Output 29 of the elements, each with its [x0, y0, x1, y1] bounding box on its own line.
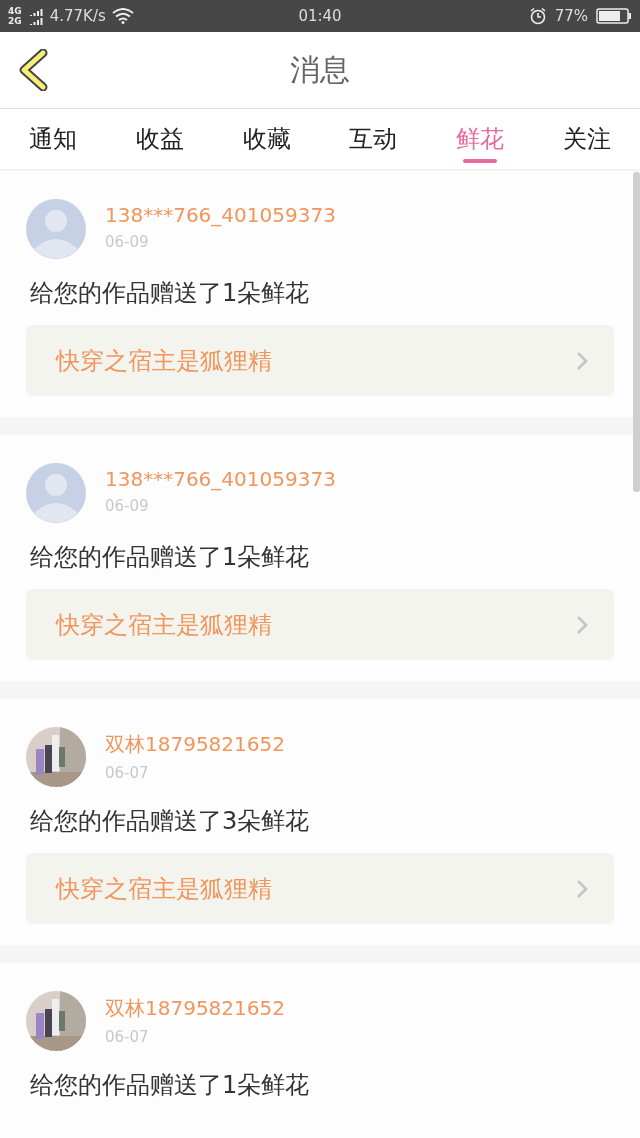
wifi-icon — [111, 8, 134, 24]
clock-time: 01:40 — [297, 7, 343, 25]
tab[interactable]: 关注 — [533, 109, 640, 169]
chevron-right-icon — [576, 614, 588, 635]
tab[interactable]: 互动 — [320, 109, 427, 169]
alarm-icon — [528, 7, 547, 25]
message-text: 给您的作品赠送了1朵鲜花 — [30, 278, 311, 309]
network-speed: 4.77K/s — [49, 7, 106, 25]
network-label: 4G — [8, 6, 22, 16]
chevron-right-icon — [576, 878, 588, 899]
battery-percent: 77% — [554, 7, 588, 25]
tab[interactable]: 收藏 — [213, 109, 320, 169]
tab[interactable]: 收益 — [106, 109, 214, 169]
sender-name: 138***766_401059373 — [105, 203, 336, 227]
network-label: 2G — [8, 16, 22, 26]
back-chevron-icon — [18, 49, 48, 91]
avatar-icon — [26, 199, 86, 259]
signal-icon — [29, 7, 44, 25]
battery-icon — [596, 8, 632, 24]
avatar-icon — [26, 463, 86, 523]
message-text: 给您的作品赠送了3朵鲜花 — [30, 806, 311, 837]
chevron-right-icon — [576, 350, 588, 371]
message-text: 给您的作品赠送了1朵鲜花 — [30, 542, 311, 573]
sender-name: 138***766_401059373 — [105, 467, 336, 491]
page-title: 消息 — [290, 50, 350, 89]
tab[interactable]: 通知 — [0, 109, 107, 169]
sender-name: 双林18795821652 — [105, 731, 285, 758]
message-text: 给您的作品赠送了1朵鲜花 — [30, 1070, 311, 1101]
sender-name: 双林18795821652 — [105, 995, 285, 1022]
